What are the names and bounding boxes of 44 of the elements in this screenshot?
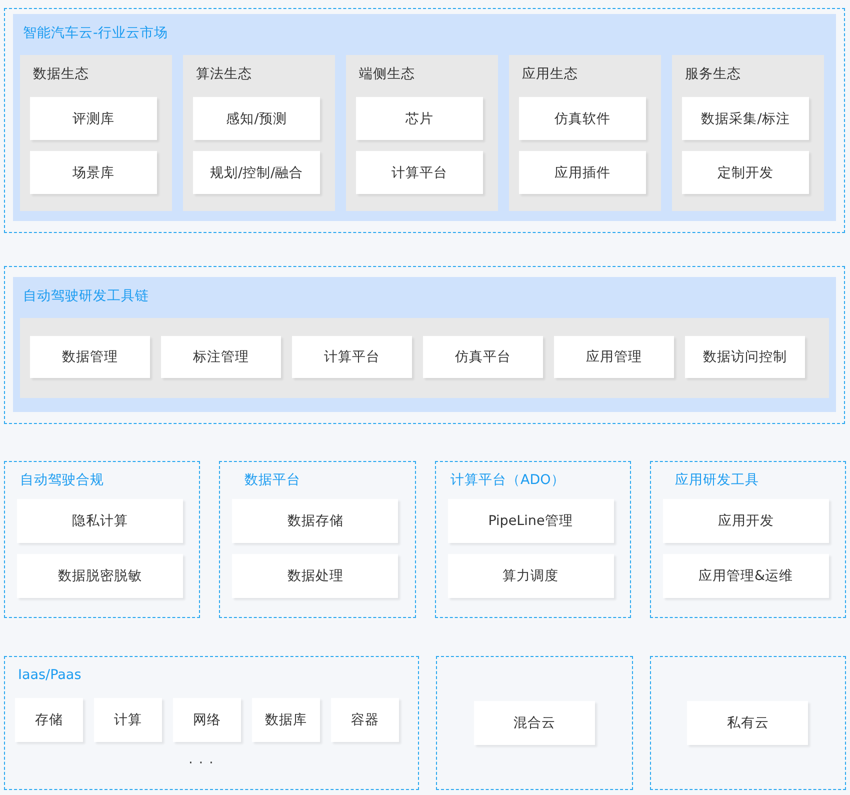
module-card: 计算: [94, 698, 162, 742]
module-card: 场景库: [30, 151, 157, 194]
section-title: 智能汽车云-行业云市场: [22, 24, 169, 42]
module-card: 隐私计算: [17, 499, 183, 543]
category-title: 算法生态: [195, 65, 253, 83]
module-card: 定制开发: [682, 151, 809, 194]
module-card: 混合云: [474, 701, 595, 745]
module-card: 数据采集/标注: [682, 97, 809, 140]
module-card: 应用管理: [554, 336, 674, 378]
module-card: 数据库: [252, 698, 320, 742]
module-card: 容器: [331, 698, 399, 742]
section-title: 数据平台: [243, 471, 302, 489]
module-card: 仿真平台: [423, 336, 543, 378]
module-card: 应用插件: [519, 151, 646, 194]
module-card: 数据处理: [232, 554, 398, 598]
section-title: 应用研发工具: [674, 471, 760, 489]
more-indicator: · · ·: [188, 756, 214, 771]
module-card: 数据访问控制: [685, 336, 805, 378]
section-title: Iaas/Paas: [17, 666, 82, 684]
module-card: 应用开发: [662, 499, 829, 543]
category-title: 端侧生态: [358, 65, 416, 83]
module-card: 网络: [173, 698, 241, 742]
module-card: 计算平台: [292, 336, 412, 378]
section-title: 自动驾驶研发工具链: [22, 287, 150, 305]
module-card: 数据存储: [232, 499, 398, 543]
module-card: 数据管理: [30, 336, 150, 378]
section-title: 计算平台（ADO）: [450, 471, 566, 489]
module-card: 存储: [15, 698, 83, 742]
category-title: 应用生态: [521, 65, 579, 83]
category-title: 数据生态: [32, 65, 90, 83]
module-card: 感知/预测: [193, 97, 320, 140]
module-card: 标注管理: [161, 336, 281, 378]
module-card: 芯片: [356, 97, 483, 140]
category-title: 服务生态: [684, 65, 742, 83]
section-title: 自动驾驶合规: [19, 471, 105, 489]
module-card: 规划/控制/融合: [193, 151, 320, 194]
module-card: 数据脱密脱敏: [17, 554, 183, 598]
module-card: 算力调度: [448, 554, 614, 598]
module-card: PipeLine管理: [448, 499, 614, 543]
module-card: 计算平台: [356, 151, 483, 194]
module-card: 仿真软件: [519, 97, 646, 140]
module-card: 私有云: [687, 701, 808, 745]
module-card: 应用管理&运维: [662, 554, 829, 598]
module-card: 评测库: [30, 97, 157, 140]
